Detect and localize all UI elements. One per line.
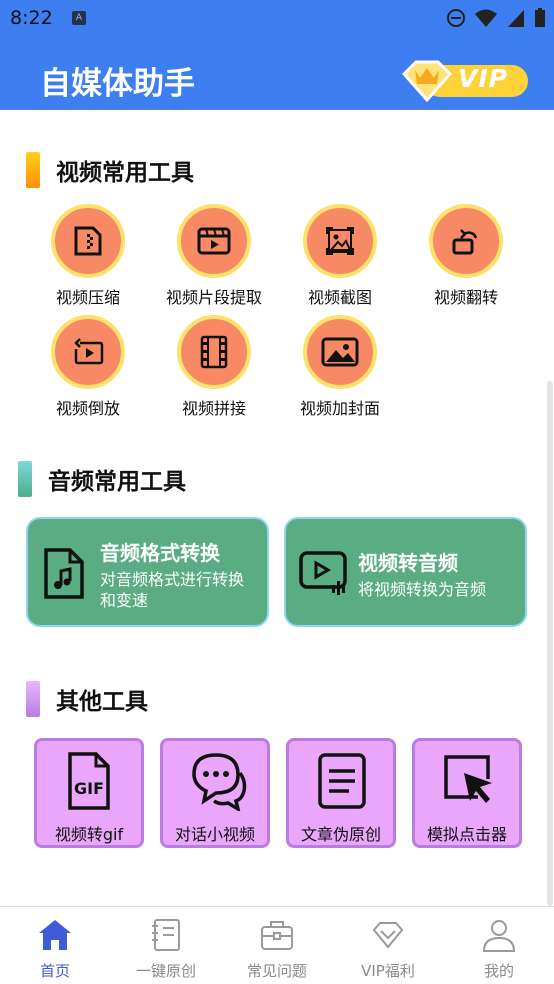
vip-label: VIP (458, 64, 508, 93)
nav-home[interactable]: 首页 (0, 907, 110, 981)
vip-button[interactable]: VIP (400, 58, 530, 102)
bottom-nav: 首页 一键原创 常见问题 VIP福利 我的 (0, 906, 554, 984)
music-file-icon (44, 548, 84, 599)
card-label: 视频转gif (54, 825, 124, 844)
compress-icon (74, 226, 102, 256)
clip-extract-icon (197, 227, 231, 255)
nav-label: 一键原创 (135, 962, 196, 980)
film-join-icon (200, 335, 228, 369)
tool-circle (303, 315, 377, 389)
card-title: 音频格式转换 (100, 541, 220, 565)
other-section-title: 其他工具 (26, 681, 148, 717)
app-bar: 自媒体助手 VIP (0, 38, 554, 110)
reverse-icon (74, 338, 104, 365)
tool-label: 视频加封面 (299, 399, 380, 418)
nav-vip-benefits[interactable]: VIP福利 (333, 907, 443, 981)
document-icon (318, 753, 366, 809)
battery-icon (535, 8, 545, 27)
nav-label: 首页 (39, 962, 70, 980)
tool-video-cover[interactable]: 视频加封面 (280, 315, 400, 419)
signal-icon (508, 10, 524, 27)
nav-label: 我的 (483, 962, 514, 980)
section-accent-bar (26, 152, 40, 188)
tool-label: 视频压缩 (55, 288, 120, 307)
tool-auto-clicker[interactable]: 模拟点击器 (412, 738, 522, 848)
tool-circle (303, 204, 377, 278)
app-notification-icon: A (72, 11, 86, 25)
audio-section-title: 音频常用工具 (18, 461, 186, 497)
scrollbar[interactable] (547, 381, 553, 906)
nav-mine[interactable]: 我的 (444, 907, 554, 981)
card-label: 文章伪原创 (300, 825, 381, 844)
briefcase-icon (261, 921, 293, 950)
cover-image-icon (321, 337, 359, 367)
do-not-disturb-icon (447, 9, 465, 27)
status-bar: 8:22 A (0, 0, 554, 38)
nav-label: 常见问题 (246, 962, 307, 980)
status-time: 8:22 (10, 7, 53, 29)
home-icon (39, 920, 71, 950)
tool-video-screenshot[interactable]: 视频截图 (280, 204, 400, 308)
rotate-icon (452, 229, 478, 255)
tool-label: 视频倒放 (55, 399, 120, 418)
tool-label: 视频拼接 (181, 399, 246, 418)
video-to-audio-card[interactable]: 视频转音频 将视频转换为音频 (284, 517, 527, 627)
section-label: 音频常用工具 (48, 469, 186, 495)
wifi-icon (475, 9, 497, 27)
tool-label: 视频截图 (307, 288, 372, 307)
tool-video-rotate[interactable]: 视频翻转 (406, 204, 526, 308)
audio-format-convert-card[interactable]: 音频格式转换 对音频格式进行转换 和变速 (26, 517, 269, 627)
tool-label: 视频翻转 (433, 288, 498, 307)
tool-circle (51, 315, 125, 389)
tool-video-reverse[interactable]: 视频倒放 (28, 315, 148, 419)
screenshot-icon (326, 227, 354, 255)
tool-chat-video[interactable]: 对话小视频 (160, 738, 270, 848)
tool-video-join[interactable]: 视频拼接 (154, 315, 274, 419)
app-title: 自媒体助手 (40, 66, 195, 102)
tool-circle (429, 204, 503, 278)
tool-video-to-gif[interactable]: GIF 视频转gif (34, 738, 144, 848)
tool-video-compress[interactable]: 视频压缩 (28, 204, 148, 308)
chat-bubbles-icon (192, 753, 247, 811)
section-accent-bar (26, 681, 40, 717)
card-label: 模拟点击器 (426, 825, 507, 844)
tool-label: 视频片段提取 (165, 288, 262, 307)
crown-diamond-icon (401, 60, 453, 102)
gif-badge: GIF (74, 779, 104, 798)
tool-article-rewrite[interactable]: 文章伪原创 (286, 738, 396, 848)
notebook-icon (152, 919, 180, 951)
section-label: 视频常用工具 (56, 160, 194, 186)
cursor-click-icon (444, 755, 492, 803)
card-desc-line2: 和变速 (100, 591, 149, 610)
card-label: 对话小视频 (174, 825, 255, 844)
nav-one-click-original[interactable]: 一键原创 (111, 907, 221, 981)
user-icon (482, 920, 516, 952)
section-label: 其他工具 (56, 689, 148, 715)
gif-file-icon: GIF (68, 752, 110, 810)
tool-circle (51, 204, 125, 278)
tool-circle (177, 204, 251, 278)
system-icons (446, 8, 546, 28)
card-desc-line1: 对音频格式进行转换 (100, 570, 245, 589)
nav-faq[interactable]: 常见问题 (222, 907, 332, 981)
tool-circle (177, 315, 251, 389)
diamond-icon (372, 922, 404, 949)
video-to-audio-icon (299, 551, 347, 595)
section-accent-bar (18, 461, 32, 497)
tool-video-clip-extract[interactable]: 视频片段提取 (154, 204, 274, 308)
card-title: 视频转音频 (358, 551, 458, 575)
video-section-title: 视频常用工具 (26, 152, 194, 188)
nav-label: VIP福利 (361, 962, 415, 980)
card-desc-line1: 将视频转换为音频 (358, 580, 487, 599)
